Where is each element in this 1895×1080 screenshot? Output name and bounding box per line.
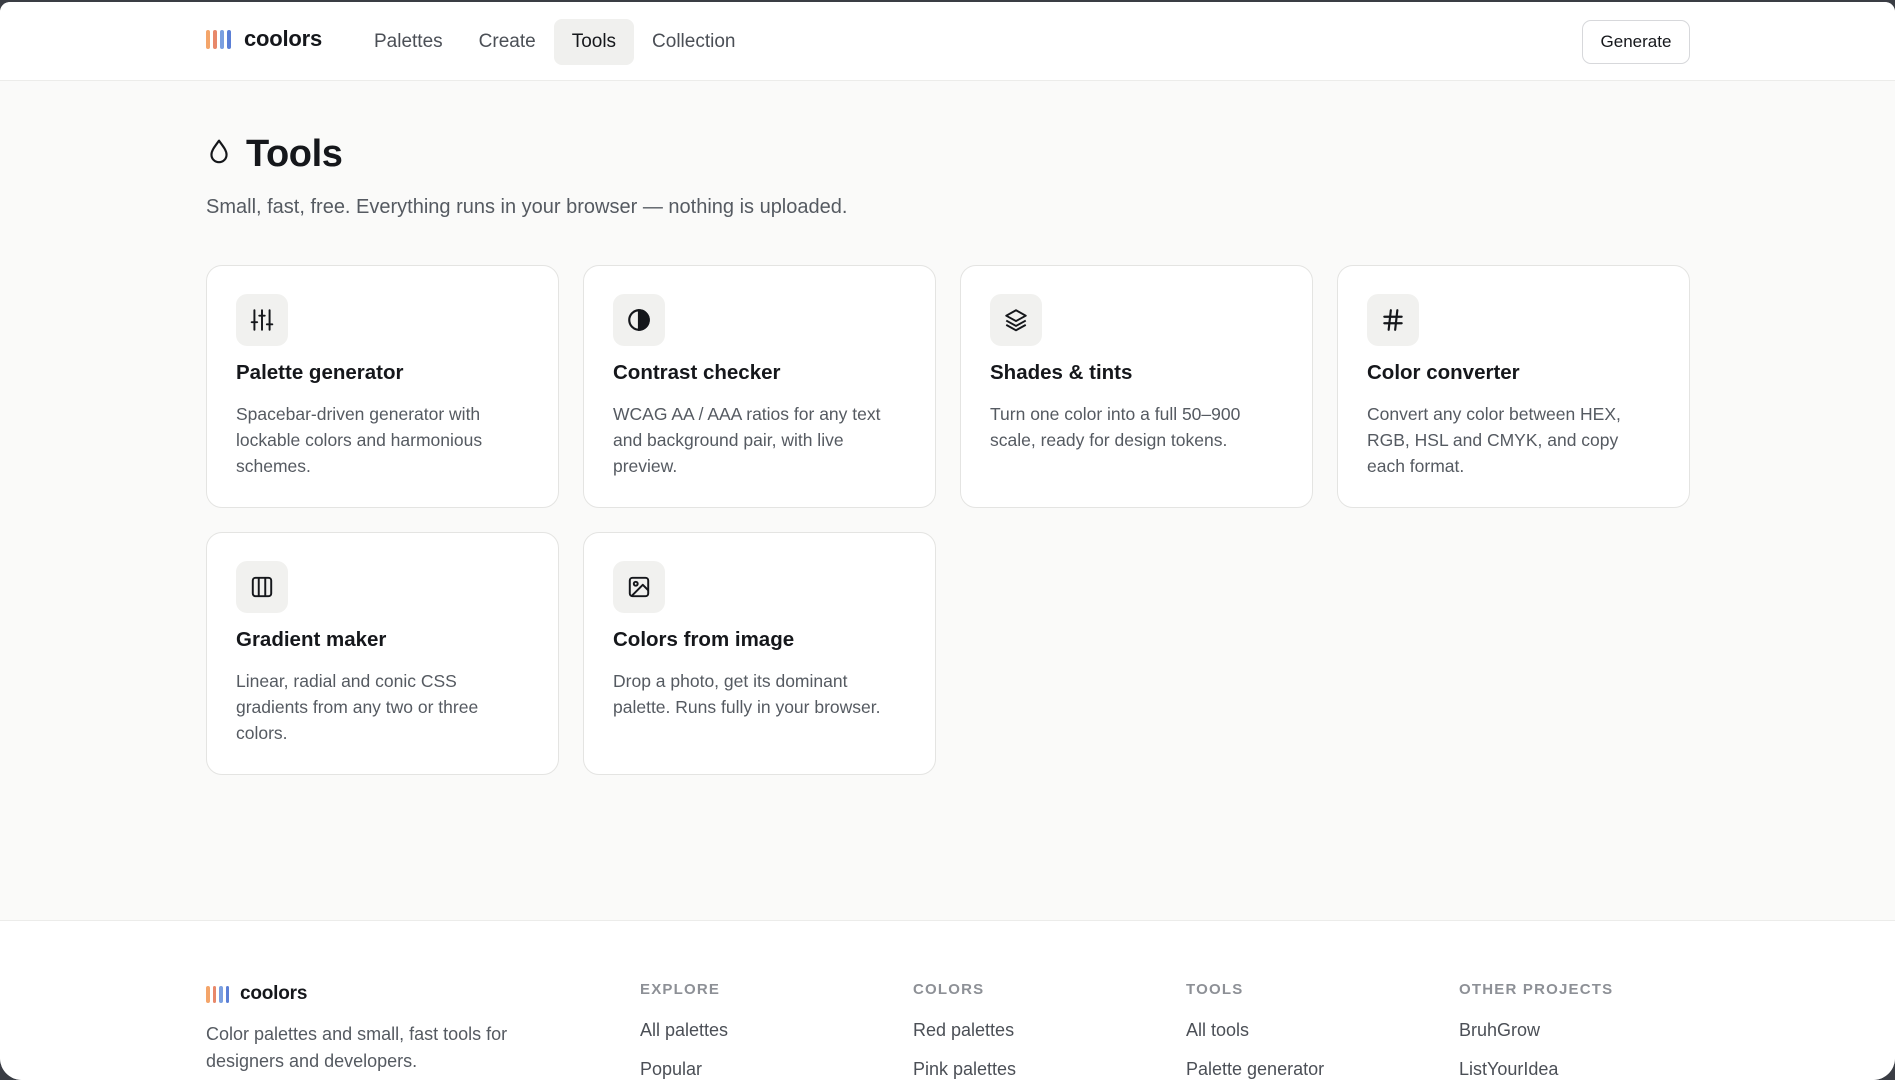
footer-column-explore: EXPLORE All palettes Popular — [640, 981, 728, 1080]
footer-heading: OTHER PROJECTS — [1459, 981, 1614, 998]
tool-card-gradient-maker[interactable]: Gradient maker Linear, radial and conic … — [206, 532, 559, 775]
footer-link[interactable]: Pink palettes — [913, 1059, 1016, 1080]
generate-button[interactable]: Generate — [1582, 20, 1690, 64]
site-footer: coolors Color palettes and small, fast t… — [0, 920, 1895, 1080]
tool-card-contrast-checker[interactable]: Contrast checker WCAG AA / AAA ratios fo… — [583, 265, 936, 508]
layers-icon — [990, 294, 1042, 346]
droplet-icon — [206, 138, 232, 171]
footer-brand-name: coolors — [240, 983, 308, 1004]
footer-link[interactable]: Red palettes — [913, 1020, 1016, 1059]
tool-card-palette-generator[interactable]: Palette generator Spacebar-driven genera… — [206, 265, 559, 508]
gradient-icon — [236, 561, 288, 613]
footer-column-other-projects: OTHER PROJECTS BruhGrow ListYourIdea — [1459, 981, 1613, 1080]
footer-link[interactable]: BruhGrow — [1459, 1020, 1613, 1059]
tool-description: Linear, radial and conic CSS gradients f… — [236, 671, 479, 743]
image-icon — [613, 561, 665, 613]
footer-link[interactable]: ListYourIdea — [1459, 1059, 1613, 1080]
footer-brand-logo[interactable]: coolors — [206, 983, 307, 1005]
tool-description: Turn one color into a full 50–900 scale,… — [990, 404, 1241, 450]
footer-tagline: Color palettes and small, fast tools for… — [206, 1024, 508, 1071]
footer-link[interactable]: Palette generator — [1186, 1059, 1324, 1080]
tool-card-shades-tints[interactable]: Shades & tints Turn one color into a ful… — [960, 265, 1313, 508]
logo-bars-icon — [206, 984, 229, 1004]
footer-heading: TOOLS — [1186, 981, 1244, 998]
brand-name: coolors — [244, 26, 323, 51]
tool-card-colors-from-image[interactable]: Colors from image Drop a photo, get its … — [583, 532, 936, 775]
footer-column-tools: TOOLS All tools Palette generator — [1186, 981, 1324, 1080]
tool-title: Color converter — [1367, 361, 1520, 384]
top-navbar: coolors Palettes Create Tools Collection… — [0, 2, 1895, 81]
page-subtitle: Small, fast, free. Everything runs in yo… — [206, 196, 848, 218]
contrast-icon — [613, 294, 665, 346]
main-nav: Palettes Create Tools Collection — [356, 19, 753, 65]
nav-palettes[interactable]: Palettes — [356, 19, 461, 65]
tool-description: Convert any color between HEX, RGB, HSL … — [1367, 404, 1621, 476]
browser-viewport: coolors Palettes Create Tools Collection… — [0, 2, 1895, 1080]
tool-title: Contrast checker — [613, 361, 781, 384]
tool-description: WCAG AA / AAA ratios for any text and ba… — [613, 404, 881, 476]
tool-card-color-converter[interactable]: Color converter Convert any color betwee… — [1337, 265, 1690, 508]
tool-title: Colors from image — [613, 628, 795, 651]
footer-heading: COLORS — [913, 981, 985, 998]
footer-link[interactable]: Popular — [640, 1059, 728, 1080]
nav-tools[interactable]: Tools — [553, 19, 635, 65]
sliders-icon — [236, 294, 288, 346]
footer-heading: EXPLORE — [640, 981, 721, 998]
logo-bars-icon — [206, 29, 231, 49]
tool-title: Gradient maker — [236, 628, 387, 651]
brand-logo[interactable]: coolors — [206, 26, 322, 52]
footer-link[interactable]: All tools — [1186, 1020, 1324, 1059]
nav-collection[interactable]: Collection — [634, 19, 753, 65]
page-title: Tools — [246, 133, 343, 175]
footer-link[interactable]: All palettes — [640, 1020, 728, 1059]
nav-create[interactable]: Create — [461, 19, 554, 65]
footer-column-colors: COLORS Red palettes Pink palettes — [913, 981, 1016, 1080]
hash-icon — [1367, 294, 1419, 346]
page-heading: Tools — [206, 133, 343, 176]
tool-title: Shades & tints — [990, 361, 1133, 384]
tool-description: Spacebar-driven generator with lockable … — [236, 404, 483, 476]
tool-title: Palette generator — [236, 361, 404, 384]
tool-description: Drop a photo, get its dominant palette. … — [613, 671, 881, 717]
